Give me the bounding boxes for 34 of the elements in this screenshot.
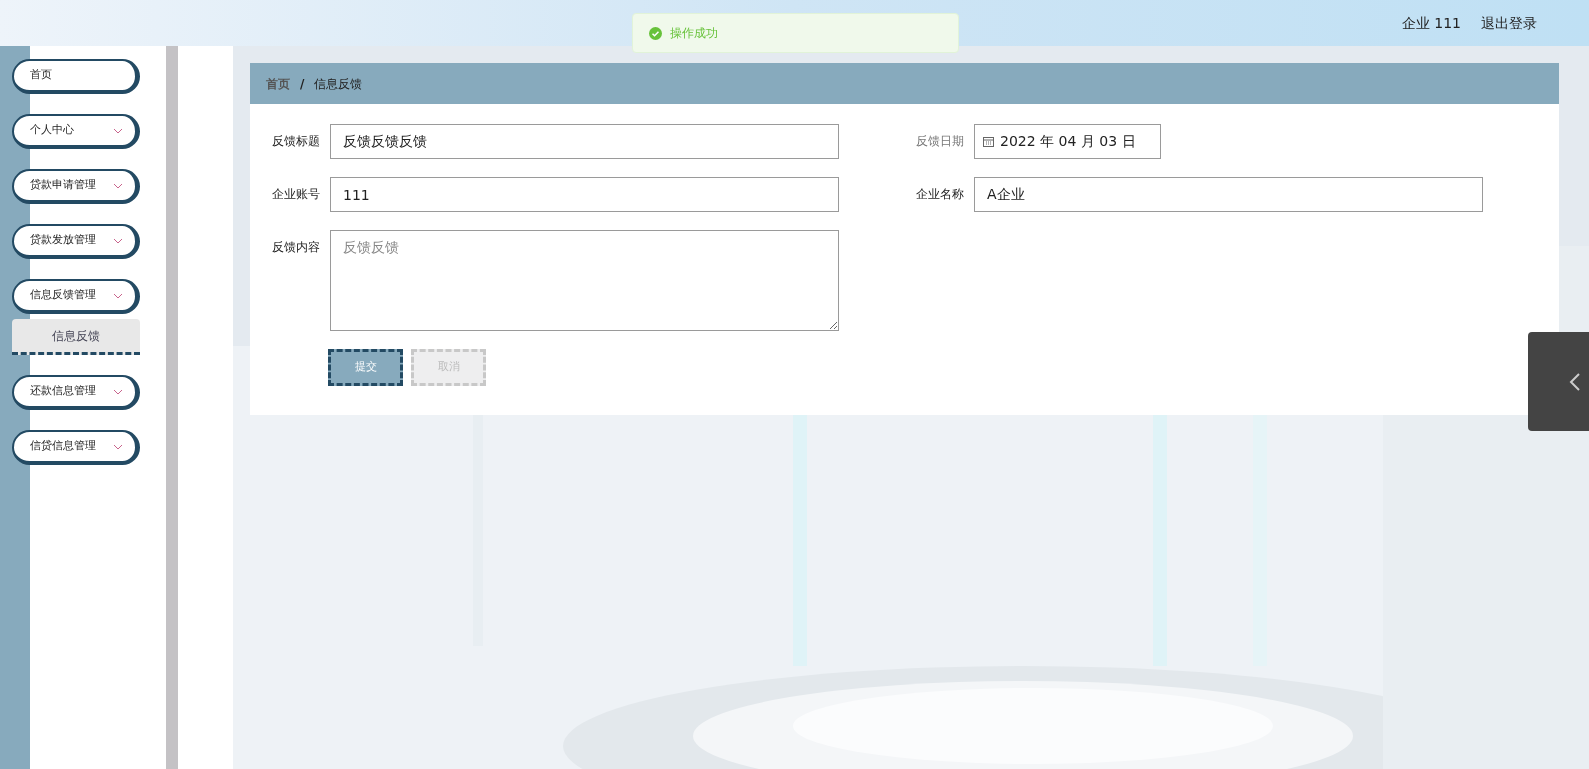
- chevron-down-icon: [113, 127, 123, 134]
- field-label: 反馈日期: [915, 133, 964, 150]
- chevron-left-icon: [1569, 371, 1581, 392]
- field-label: 反馈标题: [271, 133, 320, 150]
- menu-item[interactable]: 贷款发放管理: [12, 224, 140, 259]
- chevron-down-icon: [113, 292, 123, 299]
- submenu-item[interactable]: 信息反馈: [12, 319, 140, 355]
- date-field[interactable]: 2022 年 04 月 03 日: [974, 124, 1161, 159]
- text-field[interactable]: 111: [330, 177, 839, 212]
- menu-item[interactable]: 首页: [12, 59, 140, 94]
- calendar-icon: [983, 136, 994, 147]
- text-area[interactable]: 反馈反馈: [330, 230, 839, 331]
- chevron-down-icon: [113, 237, 123, 244]
- user-name: 企业 111: [1401, 13, 1461, 33]
- field-label: 企业账号: [271, 186, 320, 203]
- text-field[interactable]: A企业: [974, 177, 1483, 212]
- chevron-down-icon: [113, 388, 123, 395]
- check-circle-icon: [649, 26, 662, 40]
- chevron-down-icon: [113, 182, 123, 189]
- date-value: 2022 年 04 月 03 日: [1000, 132, 1136, 151]
- breadcrumb-separator: /: [300, 75, 305, 93]
- menu-item[interactable]: 信息反馈管理: [12, 279, 140, 314]
- chevron-down-icon: [113, 443, 123, 450]
- field-label: 反馈内容: [271, 239, 320, 256]
- collapse-panel-tab[interactable]: [1528, 332, 1589, 431]
- menu-item[interactable]: 贷款申请管理: [12, 169, 140, 204]
- menu-item[interactable]: 个人中心: [12, 114, 140, 149]
- menu-item[interactable]: 信贷信息管理: [12, 430, 140, 465]
- field-label: 企业名称: [915, 186, 964, 203]
- toast-message: 操作成功: [670, 25, 718, 42]
- text-field[interactable]: 反馈反馈反馈: [330, 124, 839, 159]
- menu-item[interactable]: 还款信息管理: [12, 375, 140, 410]
- logout-link[interactable]: 退出登录: [1481, 12, 1537, 34]
- breadcrumb-link[interactable]: 信息反馈: [314, 74, 363, 93]
